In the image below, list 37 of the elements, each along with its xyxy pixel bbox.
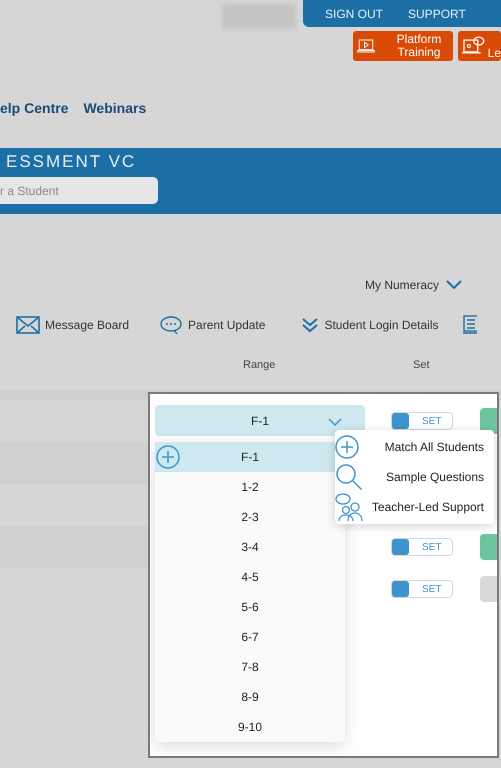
chevron-down-icon: [328, 418, 342, 427]
envelope-icon: [16, 316, 40, 334]
double-chevron-icon: [301, 316, 320, 334]
range-dropdown[interactable]: F-1: [155, 405, 365, 436]
toggle-knob: [392, 581, 409, 597]
plus-circle-icon: [335, 435, 359, 459]
dropdown-option[interactable]: 5-6: [155, 592, 345, 622]
dropdown-option[interactable]: 7-8: [155, 652, 345, 682]
dropdown-option[interactable]: 3-4: [155, 532, 345, 562]
training-button[interactable]: Platform Training: [353, 31, 453, 61]
column-header: Set: [413, 358, 430, 373]
column-header: Range: [243, 358, 276, 373]
nav-link[interactable]: elp Centre: [0, 98, 68, 119]
dropdown-option[interactable]: 9-10: [155, 712, 345, 742]
dropdown-option[interactable]: 6-7: [155, 622, 345, 652]
top-bar-link[interactable]: SUPPORT: [408, 4, 466, 22]
people-chat-icon: [335, 493, 363, 521]
search-icon: [335, 463, 363, 491]
page-title: ESSMENT VC: [6, 152, 136, 172]
top-bar-link[interactable]: SIGN OUT: [325, 4, 384, 22]
training-button[interactable]: Le: [458, 31, 501, 61]
nav-link[interactable]: Webinars: [83, 98, 146, 119]
dropdown-option[interactable]: 8-9: [155, 682, 345, 712]
chevron-down-icon: [445, 279, 464, 291]
notebook-list-icon: [462, 315, 477, 335]
dropdown-option[interactable]: 4-5: [155, 562, 345, 592]
search-field[interactable]: r a Student: [0, 177, 158, 204]
toolbar-button[interactable]: Parent Update: [159, 314, 266, 336]
subject-selector[interactable]: My Numeracy: [365, 276, 464, 294]
toolbar-button[interactable]: [462, 314, 477, 336]
context-menu-item[interactable]: Teacher-Led Support: [335, 492, 494, 522]
toggle-knob: [392, 539, 409, 555]
toggle-knob: [392, 413, 409, 429]
toolbar-button[interactable]: Student Login Details: [301, 314, 439, 336]
toolbar-button[interactable]: Message Board: [16, 314, 130, 336]
speech-bubble-icon: [159, 316, 184, 334]
plus-circle-icon: [156, 445, 180, 469]
